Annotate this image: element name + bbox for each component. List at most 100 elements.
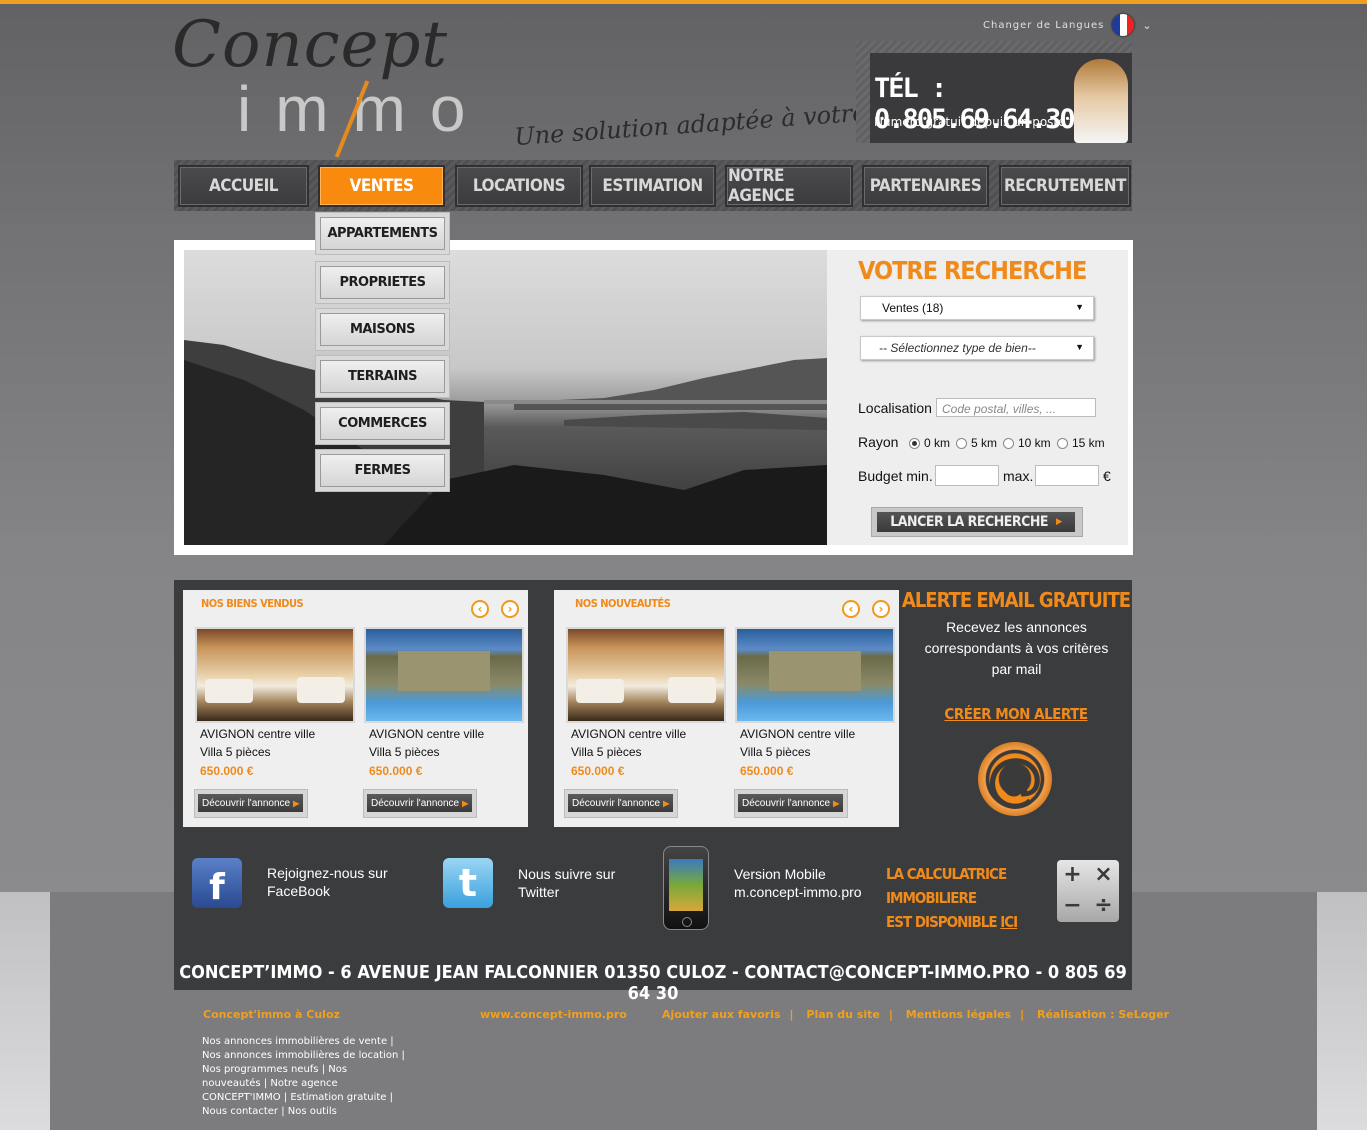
calculator-icon[interactable]: + × − ÷ [1057, 860, 1119, 922]
hero-landscape-photo [184, 250, 827, 545]
mobile-url: m.concept-immo.pro [734, 884, 862, 900]
create-alert-link[interactable]: CRÉER MON ALERTE [900, 705, 1132, 723]
discover-button[interactable]: Découvrir l'annonce ▶ [734, 789, 848, 818]
language-switcher[interactable]: Changer de Langues ⌄ [983, 14, 1153, 36]
listing-type: Villa 5 pièces [571, 745, 642, 759]
listing-photo[interactable] [364, 627, 524, 723]
footer-links: Ajouter aux favoris | Plan du site | Menti… [662, 1008, 1170, 1021]
arrow-right-icon: ▶ [833, 798, 840, 808]
twitter-text[interactable]: Nous suivre sur Twitter [518, 865, 628, 901]
listing-photo[interactable] [566, 627, 726, 723]
discover-button[interactable]: Découvrir l'annonce ▶ [194, 789, 308, 818]
listing-price: 650.000 € [369, 764, 423, 778]
property-type-select[interactable]: -- Sélectionnez type de bien-- ▼ [860, 336, 1094, 360]
radius-option-10[interactable]: 10 km [1003, 436, 1051, 450]
arrow-right-icon[interactable]: › [872, 600, 890, 618]
listing-area: centre ville [797, 727, 856, 741]
nav-recrutement[interactable]: RECRUTEMENT [1001, 167, 1129, 205]
side-gradient-left [0, 892, 50, 1130]
dropdown-item-fermes[interactable]: FERMES [315, 449, 450, 492]
location-input[interactable]: Code postal, villes, ... [936, 398, 1096, 417]
calculator-link[interactable]: ICI [1000, 913, 1018, 931]
budget-min-label: Budget min. [858, 468, 933, 484]
search-button[interactable]: LANCER LA RECHERCHE ▶ [871, 507, 1083, 537]
top-accent-line [0, 0, 1367, 4]
twitter-icon[interactable]: t [443, 858, 493, 908]
nav-locations[interactable]: LOCATIONS [457, 167, 581, 205]
footer-site-link[interactable]: www.concept-immo.pro [480, 1008, 627, 1021]
main-nav: ACCUEIL VENTES LOCATIONS ESTIMATION NOTR… [174, 160, 1132, 211]
footer-nav-text[interactable]: Nos annonces immobilières de vente | Nos… [202, 1035, 407, 1119]
dropdown-item-appartements[interactable]: APPARTEMENTS [315, 212, 450, 255]
mobile-phone-icon[interactable] [663, 846, 709, 930]
arrow-left-icon[interactable]: ‹ [471, 600, 489, 618]
listing-price: 650.000 € [200, 764, 254, 778]
dropdown-arrow-icon: ▼ [1075, 302, 1084, 312]
listing-price: 650.000 € [571, 764, 625, 778]
listing-type: Villa 5 pièces [200, 745, 271, 759]
mobile-text[interactable]: Version Mobile m.concept-immo.pro [734, 865, 862, 901]
listing-area: centre ville [257, 727, 316, 741]
arrow-left-icon[interactable]: ‹ [842, 600, 860, 618]
listing-photo[interactable] [195, 627, 355, 723]
site-logo[interactable]: Concept immo Une solution adaptée à votr… [172, 8, 947, 158]
currency-symbol: € [1103, 468, 1111, 484]
transaction-select[interactable]: Ventes (18) ▼ [860, 296, 1094, 320]
radio-icon [909, 437, 920, 449]
sold-card-1[interactable]: AVIGNON centre ville Villa 5 pièces 650.… [195, 627, 355, 778]
facebook-icon[interactable]: f [192, 858, 242, 908]
footer-link-plan[interactable]: Plan du site [806, 1008, 880, 1021]
alert-description: Recevez les annonces correspondants à vo… [924, 619, 1109, 677]
radius-option-5[interactable]: 5 km [956, 436, 997, 450]
nav-accueil[interactable]: ACCUEIL [180, 167, 307, 205]
listing-type: Villa 5 pièces [369, 745, 440, 759]
dropdown-item-commerces[interactable]: COMMERCES [315, 402, 450, 445]
footer-link-realisation[interactable]: Réalisation : SeLoger [1037, 1008, 1169, 1021]
mobile-title: Version Mobile [734, 866, 826, 882]
arrow-right-icon: ▶ [293, 798, 300, 808]
dropdown-item-proprietes[interactable]: PROPRIETES [315, 261, 450, 304]
budget-min-input[interactable] [935, 465, 999, 486]
listing-area: centre ville [628, 727, 687, 741]
chevron-down-icon[interactable]: ⌄ [1142, 19, 1152, 32]
nav-estimation[interactable]: ESTIMATION [591, 167, 714, 205]
search-title: VOTRE RECHERCHE [858, 256, 1087, 285]
phone-banner: TÉL : 0.805.69.64.30 Numéro gratuit depu… [856, 41, 1132, 143]
listing-type: Villa 5 pièces [740, 745, 811, 759]
listing-price: 650.000 € [740, 764, 794, 778]
nav-ventes[interactable]: VENTES [320, 167, 443, 205]
french-flag-icon[interactable] [1112, 14, 1135, 36]
facebook-text[interactable]: Rejoignez-nous sur FaceBook [267, 864, 407, 900]
radio-icon [956, 437, 967, 449]
dropdown-item-terrains[interactable]: TERRAINS [315, 355, 450, 398]
alert-title: ALERTE EMAIL GRATUITE [901, 588, 1131, 612]
budget-max-label: max. [1003, 468, 1034, 484]
at-sign-icon[interactable]: @ [978, 742, 1052, 816]
listing-town: AVIGNON [571, 727, 626, 741]
radius-option-0[interactable]: 0 km [909, 436, 950, 450]
discover-button[interactable]: Découvrir l'annonce ▶ [363, 789, 477, 818]
dropdown-item-maisons[interactable]: MAISONS [315, 308, 450, 351]
footer-link-favoris[interactable]: Ajouter aux favoris [662, 1008, 781, 1021]
radio-icon [1003, 437, 1014, 449]
arrow-right-icon: ▶ [663, 798, 670, 808]
discover-button[interactable]: Découvrir l'annonce ▶ [564, 789, 678, 818]
arrow-right-icon: ▶ [1055, 517, 1062, 527]
radius-option-15[interactable]: 15 km [1057, 436, 1105, 450]
budget-max-input[interactable] [1035, 465, 1099, 486]
side-gradient-right [1317, 892, 1367, 1130]
footer-link-mentions[interactable]: Mentions légales [906, 1008, 1011, 1021]
listing-town: AVIGNON [200, 727, 255, 741]
listing-photo[interactable] [735, 627, 895, 723]
listing-area: centre ville [426, 727, 485, 741]
nav-notre-agence[interactable]: NOTRE AGENCE [727, 166, 851, 206]
dropdown-arrow-icon: ▼ [1075, 342, 1084, 352]
listing-town: AVIGNON [740, 727, 795, 741]
sold-card-2[interactable]: AVIGNON centre ville Villa 5 pièces 650.… [364, 627, 524, 778]
language-label: Changer de Langues [983, 19, 1105, 31]
nav-partenaires[interactable]: PARTENAIRES [864, 167, 987, 205]
arrow-right-icon[interactable]: › [501, 600, 519, 618]
news-card-2[interactable]: AVIGNON centre ville Villa 5 pièces 650.… [735, 627, 895, 778]
news-card-1[interactable]: AVIGNON centre ville Villa 5 pièces 650.… [566, 627, 726, 778]
footer-agency[interactable]: Concept'immo à Culoz [203, 1008, 340, 1021]
